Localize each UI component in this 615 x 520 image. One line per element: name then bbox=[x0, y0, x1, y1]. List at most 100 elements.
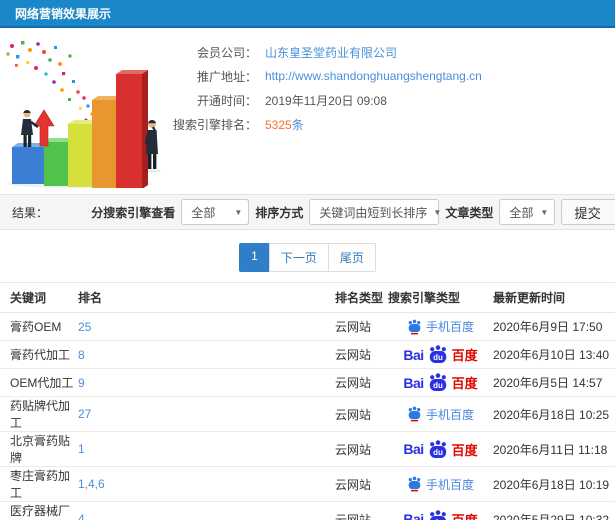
pagination: 1 下一页 尾页 bbox=[0, 243, 615, 272]
rank-cell: 27 bbox=[78, 396, 335, 432]
baidu-logo-bai: Bai bbox=[403, 511, 424, 520]
keyword-cell: 药贴牌代加工 bbox=[0, 396, 78, 432]
update-time-cell: 2020年6月9日 17:50 bbox=[493, 312, 615, 341]
confetti-dots bbox=[6, 41, 94, 122]
promo-url-link[interactable]: http://www.shandonghuangshengtang.cn bbox=[265, 69, 482, 83]
mobile-baidu-label: 手机百度 bbox=[425, 407, 474, 422]
table-row: 枣庄膏药加工 1,4,6 云网站 手机百度 2020年6月18日 10:19 bbox=[0, 466, 615, 502]
rank-link[interactable]: 1,4,6 bbox=[78, 477, 105, 491]
mobile-baidu-label: 手机百度 bbox=[425, 320, 474, 334]
results-table: 关键词 排名 排名类型 搜索引擎类型 最新更新时间 膏药OEM 25 云网站 手机百度 2020… bbox=[0, 282, 615, 520]
promo-url-label: 推广地址： bbox=[196, 69, 257, 84]
submit-button[interactable]: 提交 bbox=[561, 199, 615, 225]
keyword-cell: 医疗器械厂家 bbox=[0, 501, 78, 520]
baidu-logo-cn: 百度 bbox=[451, 376, 478, 391]
mobile-baidu-logo: 手机百度 bbox=[388, 476, 493, 493]
rank-cell: 8 bbox=[78, 340, 335, 369]
baidu-logo: Baidu 百度 bbox=[388, 439, 493, 459]
table-row: 膏药OEM 25 云网站 手机百度 2020年6月9日 17:50 bbox=[0, 312, 615, 341]
update-time-cell: 2020年6月5日 14:57 bbox=[493, 368, 615, 397]
rank-cell: 1 bbox=[78, 431, 335, 467]
update-time-cell: 2020年5月29日 10:32 bbox=[493, 501, 615, 520]
promo-url-row: 推广地址： http://www.shandonghuangshengtang.… bbox=[165, 64, 482, 88]
page-title: 网络营销效果展示 bbox=[0, 0, 615, 28]
baidu-logo-bai: Bai bbox=[403, 374, 424, 391]
rank-link[interactable]: 4 bbox=[78, 512, 85, 520]
mobile-baidu-logo: 手机百度 bbox=[388, 406, 493, 423]
rank-link[interactable]: 1 bbox=[78, 442, 85, 456]
rank-cell: 9 bbox=[78, 368, 335, 397]
article-type-select[interactable]: 全部 ▼ bbox=[499, 199, 556, 225]
page-title-text: 网络营销效果展示 bbox=[15, 7, 112, 21]
mobile-baidu-paw-icon bbox=[408, 476, 421, 492]
rank-type-cell: 云网站 bbox=[335, 396, 388, 432]
chevron-down-icon: ▼ bbox=[540, 207, 549, 217]
mobile-baidu-paw-icon bbox=[408, 406, 421, 422]
filter-bar: 结果： 分搜索引擎查看 全部 ▼ 排序方式 关键词由短到长排序 ▼ 文章类型 全… bbox=[0, 194, 615, 230]
baidu-paw-icon: du bbox=[429, 373, 446, 391]
engine-cell: Baidu 百度 bbox=[388, 340, 493, 369]
engine-cell: Baidu 百度 bbox=[388, 431, 493, 467]
engine-rank-value: 5325条 bbox=[265, 116, 304, 133]
page-last[interactable]: 尾页 bbox=[327, 243, 376, 272]
baidu-paw-icon: du bbox=[429, 439, 446, 458]
sort-select[interactable]: 关键词由短到长排序 ▼ bbox=[309, 199, 442, 225]
engine-cell: 手机百度 bbox=[388, 312, 493, 341]
engine-rank-unit[interactable]: 条 bbox=[292, 118, 304, 132]
bars bbox=[12, 70, 148, 188]
baidu-logo-bai: Bai bbox=[403, 346, 424, 363]
engine-cell: Baidu 百度 bbox=[388, 501, 493, 520]
engine-rank-label: 搜索引擎排名： bbox=[172, 117, 257, 132]
keyword-cell: 膏药代加工 bbox=[0, 340, 78, 369]
update-time-cell: 2020年6月18日 10:19 bbox=[493, 466, 615, 502]
update-time-cell: 2020年6月10日 13:40 bbox=[493, 340, 615, 369]
keyword-cell: 膏药OEM bbox=[0, 312, 78, 341]
column-header: 关键词 bbox=[0, 282, 78, 313]
engine-rank-row: 搜索引擎排名： 5325条 bbox=[165, 112, 482, 136]
table-row: 北京膏药贴牌 1 云网站 Bai du 百度 2020年6月11日 11:18 bbox=[0, 431, 615, 467]
mobile-baidu-label: 手机百度 bbox=[425, 477, 474, 492]
bar-chart-illustration-svg bbox=[6, 41, 161, 188]
mobile-baidu-paw-icon bbox=[408, 319, 421, 334]
mobile-baidu-logo: 手机百度 bbox=[388, 318, 493, 335]
open-time-value: 2019年11月20日 09:08 bbox=[265, 93, 387, 108]
rank-link[interactable]: 25 bbox=[78, 320, 91, 334]
rank-cell: 4 bbox=[78, 501, 335, 520]
info-section: 会员公司： 山东皇圣堂药业有限公司 推广地址： http://www.shand… bbox=[0, 28, 615, 188]
column-header: 排名 bbox=[78, 282, 335, 313]
baidu-logo: Baidu 百度 bbox=[388, 345, 493, 364]
engine-cell: Baidu 百度 bbox=[388, 368, 493, 397]
article-type-label: 文章类型 bbox=[445, 205, 494, 220]
sort-label: 排序方式 bbox=[255, 205, 304, 220]
table-row: 医疗器械厂家4 云网站 Baidu 百度 2020年5月29日 10:32 bbox=[0, 501, 615, 520]
update-time-cell: 2020年6月18日 10:25 bbox=[493, 396, 615, 432]
rank-link[interactable]: 27 bbox=[78, 407, 91, 421]
baidu-logo: Baidu 百度 bbox=[388, 509, 493, 520]
keyword-cell: OEM代加工 bbox=[0, 368, 78, 397]
baidu-logo-cn: 百度 bbox=[451, 442, 478, 458]
member-company-link[interactable]: 山东皇圣堂药业有限公司 bbox=[265, 44, 397, 61]
page-current[interactable]: 1 bbox=[239, 243, 270, 272]
baidu-paw-icon: du bbox=[429, 345, 446, 363]
engine-cell: 手机百度 bbox=[388, 466, 493, 502]
member-company-row: 会员公司： 山东皇圣堂药业有限公司 bbox=[165, 40, 482, 64]
rank-type-cell: 云网站 bbox=[335, 368, 388, 397]
open-time-row: 开通时间： 2019年11月20日 09:08 bbox=[165, 88, 482, 112]
table-row: OEM代加工 9 云网站 Bai du 百度 2020年6月5日 14:57 bbox=[0, 368, 615, 397]
rank-type-cell: 云网站 bbox=[335, 340, 388, 369]
engine-filter-select[interactable]: 全部 ▼ bbox=[181, 199, 250, 225]
engine-filter-label: 分搜索引擎查看 bbox=[91, 205, 176, 220]
column-header: 最新更新时间 bbox=[493, 282, 615, 313]
member-company-label: 会员公司： bbox=[196, 45, 257, 60]
svg-text:du: du bbox=[433, 447, 443, 456]
filter-controls: 分搜索引擎查看 全部 ▼ 排序方式 关键词由短到长排序 ▼ 文章类型 全部 ▼ … bbox=[91, 199, 615, 225]
sort-selected: 关键词由短到长排序 bbox=[319, 205, 428, 220]
chevron-down-icon: ▼ bbox=[433, 207, 442, 217]
chevron-down-icon: ▼ bbox=[234, 207, 243, 217]
baidu-logo-cn: 百度 bbox=[451, 348, 478, 363]
page-next[interactable]: 下一页 bbox=[268, 243, 329, 272]
baidu-paw-icon: du bbox=[429, 509, 446, 520]
rank-link[interactable]: 9 bbox=[78, 376, 85, 390]
table-row: 药贴牌代加工 27 云网站 手机百度 2020年6月18日 10:25 bbox=[0, 396, 615, 432]
rank-link[interactable]: 8 bbox=[78, 348, 85, 362]
